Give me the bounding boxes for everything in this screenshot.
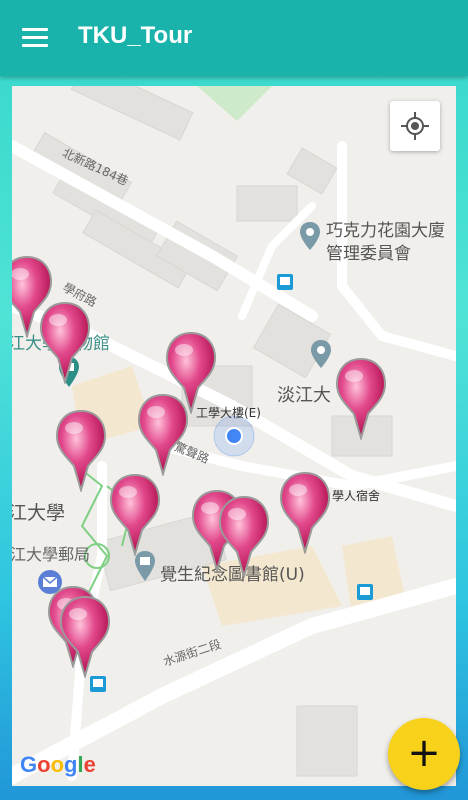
my-location-button[interactable] — [390, 101, 440, 151]
pink-location-marker[interactable] — [217, 494, 271, 580]
poi-label: 巧克力花園大廈 — [326, 221, 445, 241]
poi-label: 江大學郵局 — [12, 545, 91, 564]
place-pin-icon — [311, 340, 331, 368]
pink-location-marker[interactable] — [108, 472, 162, 558]
building-label: 學人宿舍 — [332, 489, 381, 503]
bus-stop-icon — [357, 584, 373, 600]
google-logo: Google — [20, 752, 96, 777]
map-view[interactable]: 北新路184巷 學府路 驚聲路 水源街二段 巧克力花園大廈 管理委員會 江大學博… — [12, 86, 456, 786]
app-title: TKU_Tour — [78, 22, 193, 49]
poi-label: 江大學 — [12, 502, 66, 524]
poi-label: 淡江大 — [277, 385, 331, 406]
my-location-crosshair-icon — [401, 112, 429, 140]
pink-location-marker[interactable] — [38, 300, 92, 386]
bus-stop-icon — [277, 274, 293, 290]
poi-label: 管理委員會 — [326, 244, 411, 264]
pink-location-marker[interactable] — [54, 408, 108, 494]
add-fab-button[interactable]: + — [388, 718, 460, 790]
pink-location-marker[interactable] — [58, 594, 112, 680]
hamburger-menu-icon[interactable] — [22, 26, 50, 48]
pink-location-marker[interactable] — [136, 392, 190, 478]
pink-location-marker[interactable] — [334, 356, 388, 442]
place-pin-icon — [300, 222, 320, 250]
pink-location-marker[interactable] — [278, 470, 332, 556]
bus-stop-icon — [90, 676, 106, 692]
app-bar: TKU_Tour — [0, 0, 468, 76]
